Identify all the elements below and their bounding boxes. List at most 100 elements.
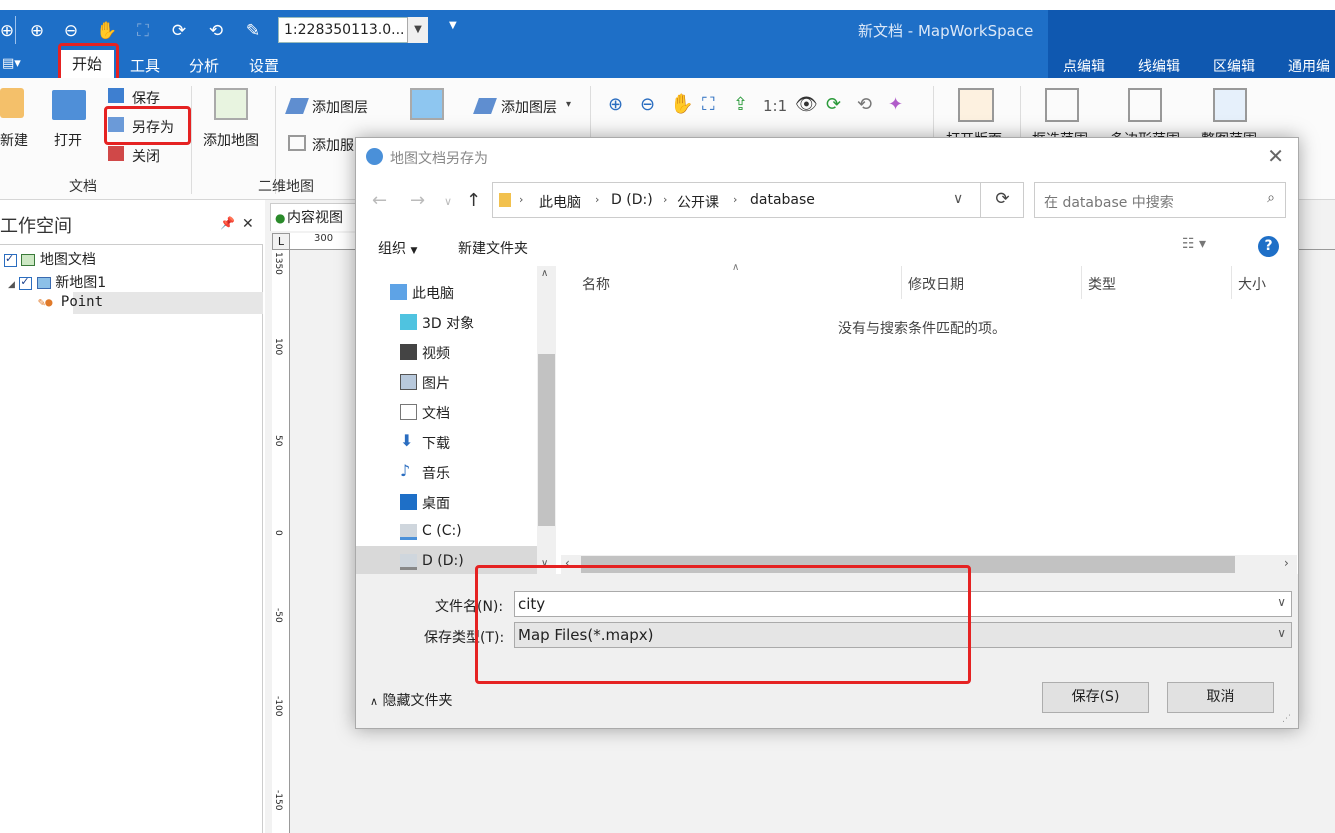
tab-point-edit[interactable]: 点编辑: [1063, 56, 1105, 76]
recent-chevron-icon[interactable]: ∨: [444, 195, 452, 208]
chevron-down-icon[interactable]: ∨: [1277, 626, 1286, 640]
nav-scrollbar[interactable]: ∧ ∨: [537, 266, 556, 574]
nav-item-this-pc[interactable]: 此电脑: [390, 283, 454, 303]
pin-icon[interactable]: 📌: [220, 216, 235, 230]
save-button[interactable]: 保存(S): [1042, 682, 1149, 713]
hide-folders-toggle[interactable]: ∧ 隐藏文件夹: [370, 690, 453, 710]
add-service-button[interactable]: 添加服: [312, 135, 354, 155]
scale-input[interactable]: 1:228350113.0...: [278, 17, 428, 43]
close-icon[interactable]: ✕: [242, 216, 254, 232]
zoom-in-icon[interactable]: ⊕: [26, 20, 48, 42]
scroll-thumb[interactable]: [538, 354, 555, 526]
save-icon[interactable]: [108, 88, 124, 103]
checkbox[interactable]: [19, 275, 33, 290]
search-icon[interactable]: ⌕: [1267, 190, 1275, 206]
address-bar[interactable]: › 此电脑 › D (D:) › 公开课 › database ∨: [492, 182, 1024, 218]
refresh-icon[interactable]: ⟳: [980, 182, 1024, 218]
content-view-tab[interactable]: ● 内容视图: [270, 203, 360, 231]
open-button[interactable]: 打开: [54, 130, 82, 150]
add-layer-button[interactable]: 添加图层: [312, 97, 368, 117]
magic-wand-icon[interactable]: ✎: [242, 20, 264, 42]
zoom-out-icon[interactable]: ⊖: [640, 94, 655, 115]
pan-hand-icon[interactable]: ✋: [96, 20, 118, 42]
close-button[interactable]: 关闭: [132, 146, 160, 166]
resize-grip-icon[interactable]: ⋰: [1282, 714, 1291, 724]
breadcrumb[interactable]: 此电脑: [539, 192, 581, 212]
add-map-icon[interactable]: [214, 88, 248, 120]
column-size[interactable]: 大小: [1238, 274, 1266, 294]
nav-item-d-drive[interactable]: D (D:): [400, 553, 464, 570]
app-menu-icon[interactable]: ▤▾: [2, 56, 21, 71]
breadcrumb[interactable]: 公开课: [677, 192, 719, 212]
scale-dropdown-icon[interactable]: ▼: [407, 17, 428, 43]
new-folder-button[interactable]: 新建文件夹: [458, 238, 528, 258]
nav-label: C (C:): [422, 523, 462, 539]
column-name[interactable]: 名称: [582, 274, 610, 294]
restore-view-icon[interactable]: ⟲: [205, 20, 227, 42]
zoom-in-icon[interactable]: ⊕: [608, 94, 623, 115]
refresh-icon[interactable]: ⇪: [733, 94, 748, 115]
open-icon[interactable]: [52, 90, 86, 120]
layout-icon[interactable]: [958, 88, 994, 122]
nav-item-pictures[interactable]: 图片: [400, 373, 450, 393]
add-service-icon[interactable]: [288, 135, 306, 151]
one-to-one-button[interactable]: 1:1: [763, 97, 787, 115]
add-scene-icon[interactable]: [410, 88, 444, 120]
tree-item-point[interactable]: ✎● Point: [38, 294, 103, 310]
nav-item-music[interactable]: ♪ 音乐: [400, 463, 450, 483]
cancel-button[interactable]: 取消: [1167, 682, 1274, 713]
add-map-button[interactable]: 添加地图: [203, 130, 259, 150]
nav-item-c-drive[interactable]: C (C:): [400, 523, 462, 540]
scroll-up-icon[interactable]: ∧: [541, 268, 548, 279]
tab-settings[interactable]: 设置: [249, 55, 279, 76]
checkbox[interactable]: [4, 252, 17, 267]
close-doc-icon[interactable]: [108, 146, 124, 161]
nav-item-video[interactable]: 视频: [400, 343, 450, 363]
new-button[interactable]: 新建: [0, 130, 28, 150]
view-options-icon[interactable]: ☷ ▾: [1182, 236, 1206, 252]
expand-icon[interactable]: ◢: [8, 280, 15, 290]
breadcrumb[interactable]: database: [750, 192, 815, 208]
pan-icon[interactable]: ✋: [670, 92, 694, 115]
tab-line-edit[interactable]: 线编辑: [1138, 56, 1180, 76]
box-select-icon[interactable]: [1045, 88, 1079, 122]
eye-icon[interactable]: 👁: [795, 94, 818, 115]
tab-region-edit[interactable]: 区编辑: [1213, 56, 1255, 76]
full-extent-icon[interactable]: ⛶: [132, 20, 154, 42]
chevron-down-icon[interactable]: ∨: [953, 191, 963, 207]
organize-button[interactable]: 组织 ▼: [378, 238, 417, 258]
tab-tools[interactable]: 工具: [130, 55, 160, 76]
tab-analysis[interactable]: 分析: [189, 55, 219, 76]
up-icon[interactable]: ↑: [466, 190, 481, 211]
zoom-out-icon[interactable]: ⊖: [60, 20, 82, 42]
full-map-icon[interactable]: [1213, 88, 1247, 122]
restore-icon[interactable]: ⟲: [857, 94, 872, 115]
sync-icon[interactable]: ⟳: [826, 94, 841, 115]
nav-item-downloads[interactable]: ⬇ 下载: [400, 433, 450, 453]
back-icon[interactable]: ←: [372, 190, 387, 211]
save-button[interactable]: 保存: [132, 88, 160, 108]
tree-item-doc[interactable]: 地图文档: [4, 249, 96, 269]
nav-item-3d[interactable]: 3D 对象: [400, 313, 474, 333]
chevron-right-icon: ›: [519, 193, 524, 206]
close-icon[interactable]: ✕: [1267, 144, 1284, 168]
nav-item-documents[interactable]: 文档: [400, 403, 450, 423]
help-icon[interactable]: ?: [1258, 236, 1279, 257]
column-modified[interactable]: 修改日期: [908, 274, 964, 294]
chevron-down-icon[interactable]: ▾: [566, 99, 571, 110]
chevron-down-icon[interactable]: ∨: [1277, 595, 1286, 609]
tree-item-map[interactable]: ◢ 新地图1: [8, 272, 106, 292]
nav-item-desktop[interactable]: 桌面: [400, 493, 450, 513]
add-layer-3d-button[interactable]: 添加图层: [501, 97, 557, 117]
column-type[interactable]: 类型: [1088, 274, 1116, 294]
search-input[interactable]: 在 database 中搜索 ⌕: [1034, 182, 1286, 218]
new-doc-icon[interactable]: [0, 88, 24, 118]
breadcrumb[interactable]: D (D:): [611, 192, 653, 208]
scroll-right-icon[interactable]: ›: [1284, 556, 1289, 570]
polygon-select-icon[interactable]: [1128, 88, 1162, 122]
customize-quick-access-icon[interactable]: ▼: [449, 20, 457, 31]
refresh-map-icon[interactable]: ⟳: [168, 20, 190, 42]
magic-wand-icon[interactable]: ✦: [888, 94, 903, 115]
forward-icon[interactable]: →: [410, 190, 425, 211]
full-extent-icon[interactable]: ⛶: [702, 94, 715, 115]
